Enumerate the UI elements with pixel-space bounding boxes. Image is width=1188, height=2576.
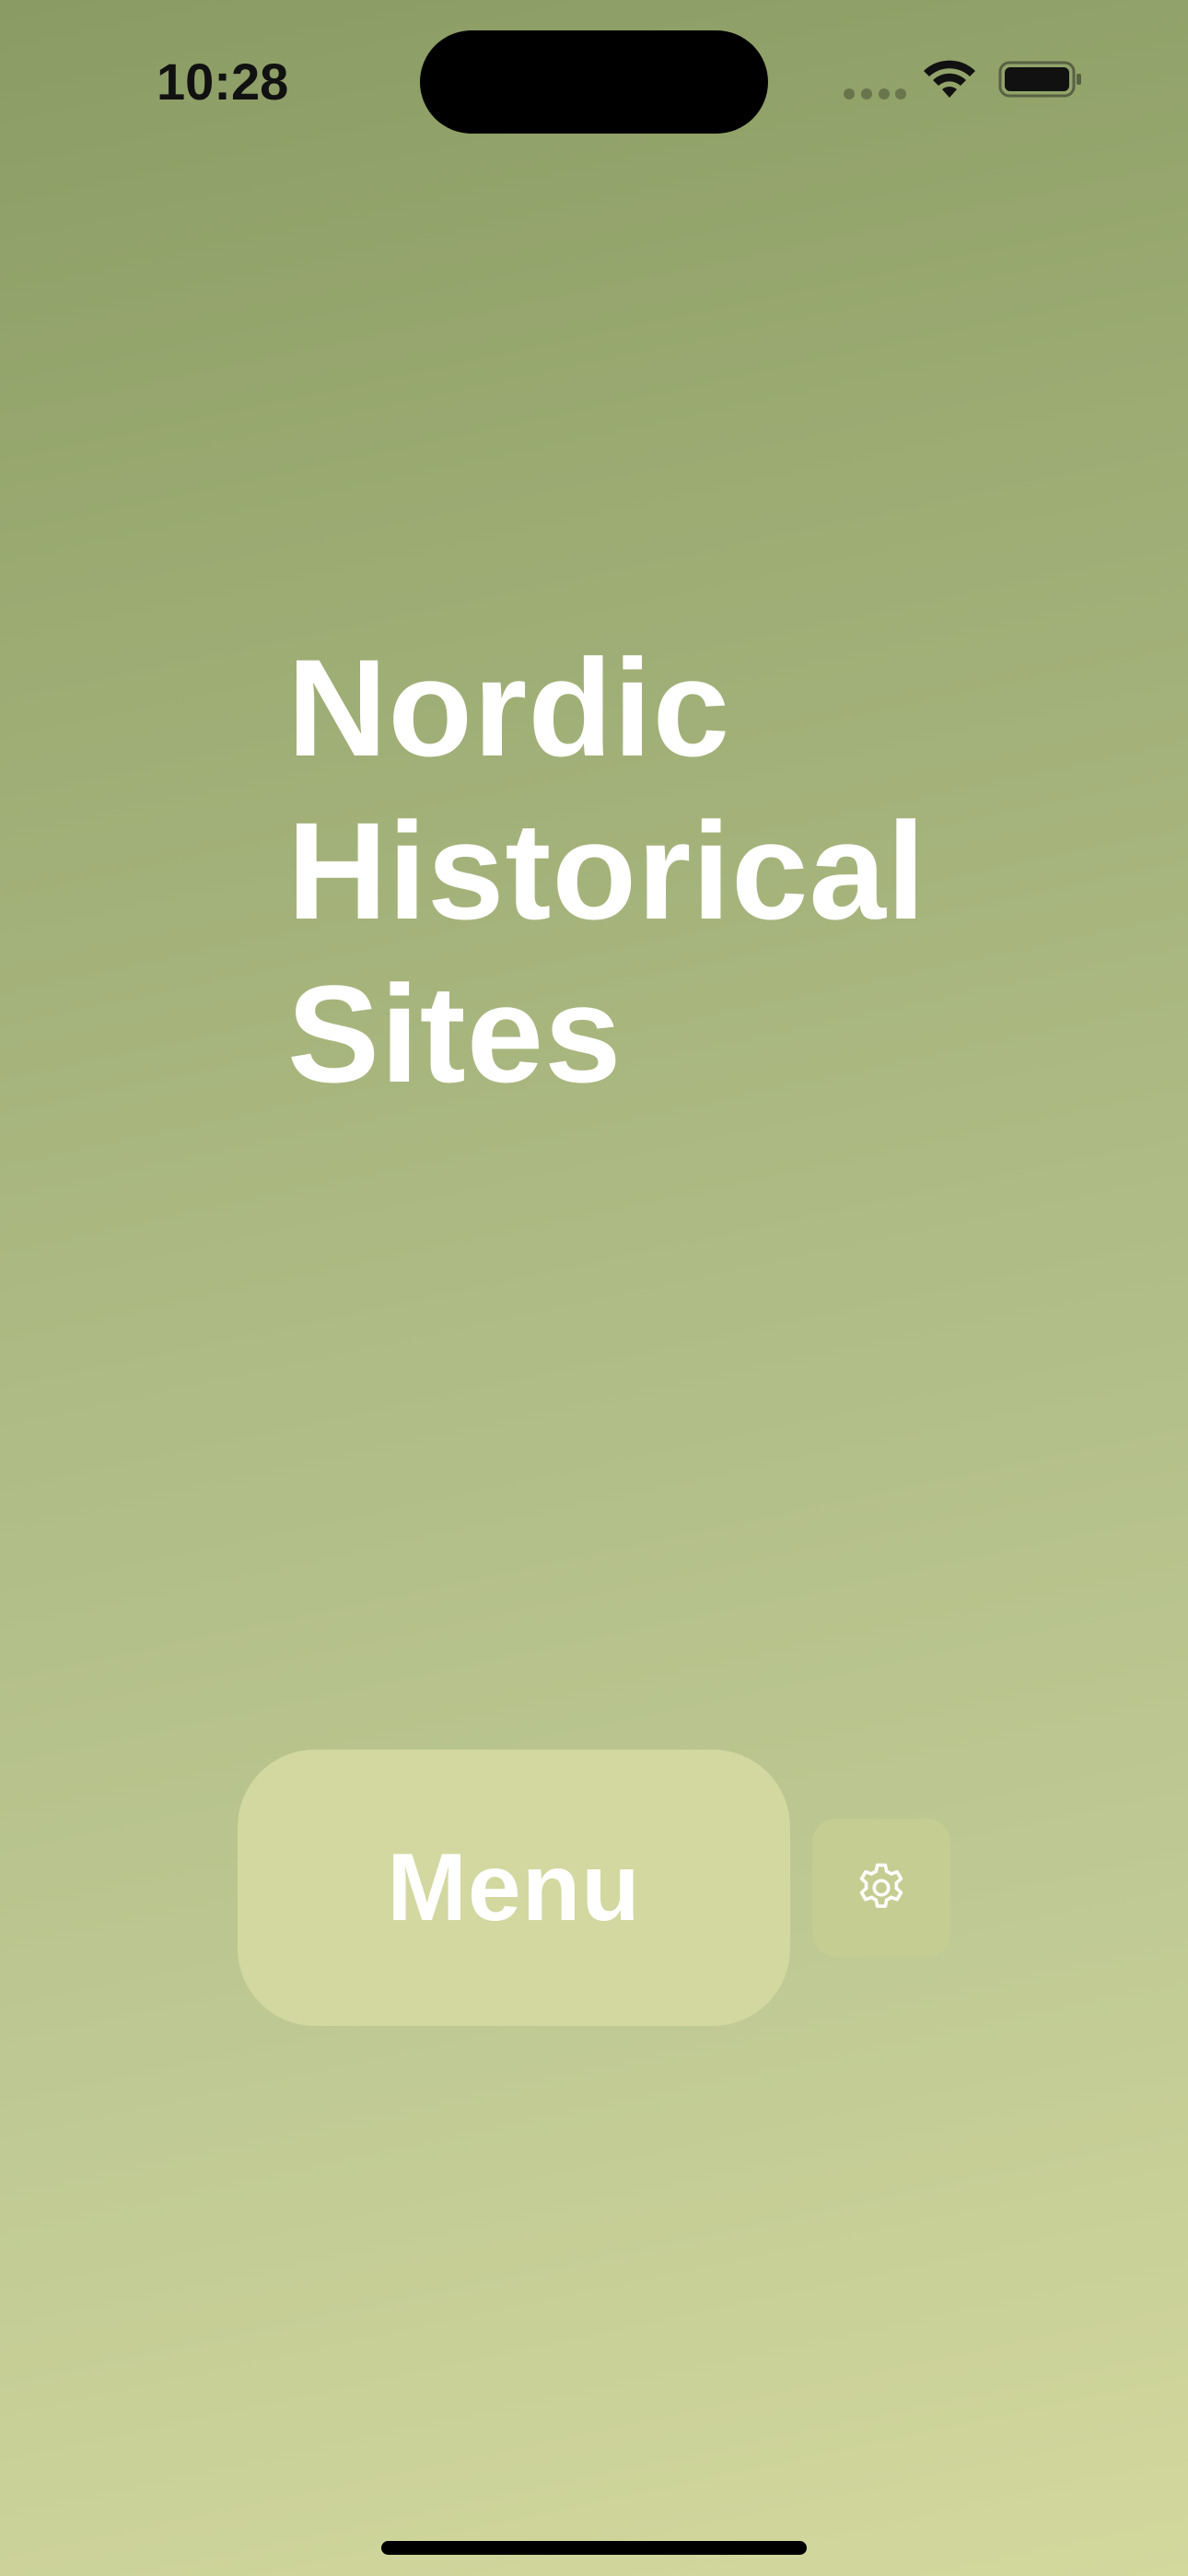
- app-title: Nordic Historical Sites: [287, 626, 926, 1116]
- wifi-icon: [924, 60, 975, 98]
- menu-button-label: Menu: [387, 1833, 641, 1941]
- dynamic-island: [420, 30, 768, 134]
- home-indicator[interactable]: [381, 2541, 807, 2555]
- title-line-3: Sites: [287, 956, 623, 1111]
- cellular-signal-icon: [844, 88, 906, 100]
- gear-icon: [859, 1863, 903, 1908]
- status-time: 10:28: [157, 53, 289, 111]
- settings-button[interactable]: [812, 1819, 950, 1957]
- title-line-1: Nordic: [287, 630, 731, 785]
- title-line-2: Historical: [287, 793, 926, 948]
- battery-icon: [998, 61, 1081, 98]
- menu-button[interactable]: Menu: [238, 1750, 790, 2026]
